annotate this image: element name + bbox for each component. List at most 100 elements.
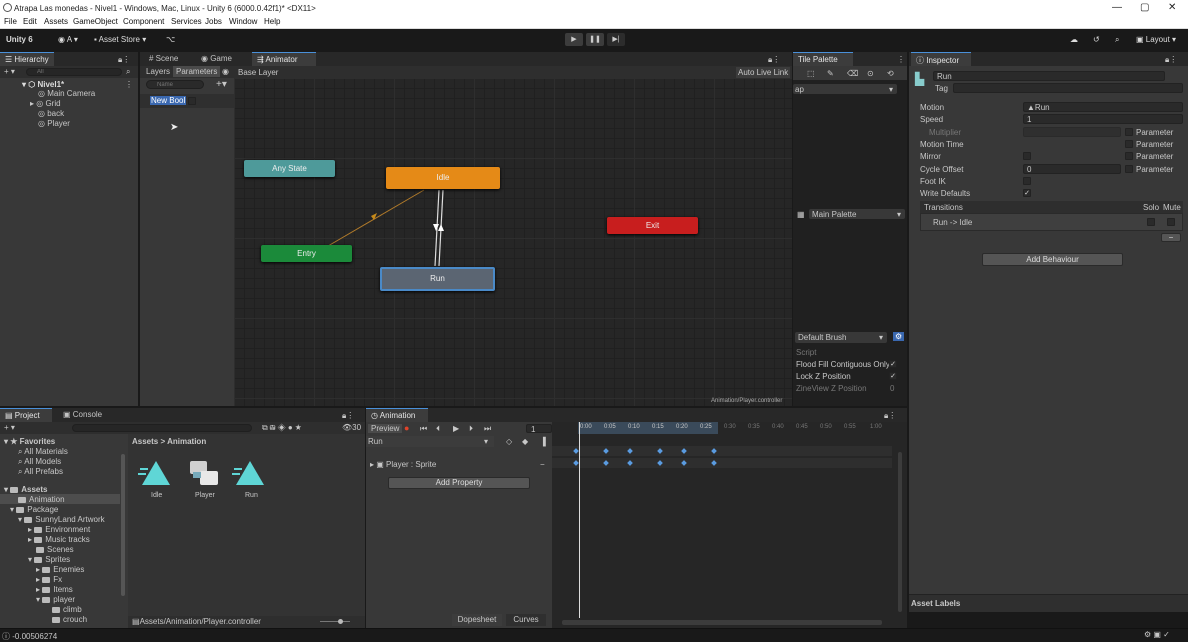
play-button[interactable]: ▶ <box>565 33 583 46</box>
scene-item[interactable]: ▾ ⬡ Nivel1* <box>22 80 64 89</box>
first-frame-icon[interactable]: ⏮ <box>420 424 427 434</box>
next-frame-icon[interactable]: ⏵ <box>469 424 473 434</box>
menu-assets[interactable]: Assets <box>44 17 68 26</box>
add-behaviour-button[interactable]: Add Behaviour <box>982 253 1123 266</box>
tab-console[interactable]: ▣ Console <box>58 408 107 422</box>
tab-project[interactable]: ▤ Project <box>0 408 52 422</box>
menu-file[interactable]: File <box>4 17 17 26</box>
property-player-sprite[interactable]: ▸ ▣ Player : Sprite <box>370 460 436 469</box>
tab-game[interactable]: ◉ Game <box>196 52 237 66</box>
state-run[interactable]: Run <box>380 267 495 291</box>
unity-account-button[interactable]: Unity 6 <box>6 35 33 44</box>
scene-menu-icon[interactable]: ⋮ <box>125 80 133 89</box>
clip-dropdown[interactable]: Run ▾ <box>366 436 494 447</box>
favorites-item[interactable]: ▾ ★ Favorites <box>4 437 55 446</box>
zoom-slider-handle[interactable] <box>338 619 343 624</box>
mute-checkbox[interactable] <box>1167 218 1175 226</box>
menu-window[interactable]: Window <box>229 17 257 26</box>
cloud-icon[interactable]: ☁ <box>1070 35 1078 44</box>
status-message[interactable]: ⓘ -0.00506274 <box>2 631 57 642</box>
animation-lock-icon[interactable]: 🔒︎⋮ <box>884 411 896 421</box>
breadcrumb-assets[interactable]: Assets <box>132 437 158 446</box>
dopesheet-area[interactable]: 0:00 0:05 0:10 0:15 0:20 0:25 0:30 0:35 … <box>552 422 907 628</box>
project-search-input[interactable] <box>72 424 252 432</box>
cycle-offset-field[interactable]: 0 <box>1023 164 1121 174</box>
motion-field[interactable]: ▲Run <box>1023 102 1183 112</box>
assets-folder[interactable]: ▾ Assets <box>4 485 48 494</box>
tag-field[interactable] <box>953 83 1183 93</box>
file-idle[interactable]: Idle <box>138 458 174 504</box>
animation-folder[interactable]: Animation <box>18 495 65 504</box>
palette-dropdown[interactable]: Main Palette ▾ <box>809 209 905 219</box>
fav-all-materials[interactable]: ⌕ All Materials <box>18 447 68 457</box>
speed-field[interactable]: 1 <box>1023 114 1183 124</box>
inspector-lock-icon[interactable]: 🔒︎⋮ <box>1165 55 1177 65</box>
lock-icon[interactable]: 🔒︎⋮ <box>118 55 130 65</box>
curves-button[interactable]: Curves <box>506 614 546 626</box>
pause-button[interactable]: ❚❚ <box>586 33 604 46</box>
dopesheet-vscrollbar[interactable] <box>898 452 902 612</box>
music-folder[interactable]: ▸ Music tracks <box>28 535 90 544</box>
select-tool-icon[interactable]: ⬚ <box>807 69 815 78</box>
fav-all-models[interactable]: ⌕ All Models <box>18 457 61 467</box>
search-filter-icon[interactable]: ⌕ <box>126 67 130 77</box>
asset-store-button[interactable]: ▪ Asset Store ▾ <box>94 35 146 44</box>
items-folder[interactable]: ▸ Items <box>36 585 73 594</box>
tab-inspector[interactable]: ⓘ Inspector <box>911 52 971 66</box>
play-icon[interactable]: ▶ <box>453 424 459 433</box>
preview-button[interactable]: Preview <box>368 424 403 433</box>
add-icon[interactable]: + ▾ <box>4 67 15 76</box>
sprites-folder[interactable]: ▾ Sprites <box>28 555 70 564</box>
close-icon[interactable]: ✕ <box>1168 2 1176 13</box>
status-icons[interactable]: ⚙ ▣ ✓ <box>1144 630 1170 639</box>
tilemap-dropdown[interactable]: ap ▾ <box>793 84 897 94</box>
prev-frame-icon[interactable]: ⏴ <box>436 424 440 434</box>
hierarchy-item-player[interactable]: ◎ Player <box>38 119 70 128</box>
climb-folder[interactable]: climb <box>52 605 82 614</box>
maximize-icon[interactable]: ▢ <box>1140 2 1149 13</box>
project-add-icon[interactable]: + ▾ <box>4 423 15 432</box>
menu-component[interactable]: Component <box>123 17 164 26</box>
flood-fill-checkbox[interactable]: ✓ <box>889 360 897 368</box>
cycle-param-checkbox[interactable] <box>1125 165 1133 173</box>
record-icon[interactable]: ● <box>404 423 409 433</box>
tab-animation[interactable]: ◷ Animation <box>366 408 428 422</box>
timeline-ruler[interactable]: 0:00 0:05 0:10 0:15 0:20 0:25 0:30 0:35 … <box>552 422 907 434</box>
layout-dropdown[interactable]: ▣ Layout ▾ <box>1136 35 1176 44</box>
parameters-tab[interactable]: Parameters <box>173 66 221 77</box>
tab-hierarchy[interactable]: ☰ Hierarchy <box>0 52 54 66</box>
scenes-folder[interactable]: Scenes <box>36 545 74 554</box>
property-menu-icon[interactable]: − <box>540 460 545 469</box>
environment-folder[interactable]: ▸ Environment <box>28 525 90 534</box>
sunnyland-folder[interactable]: ▾ SunnyLand Artwork <box>18 515 105 524</box>
hierarchy-item-back[interactable]: ◎ back <box>38 109 64 118</box>
foot-ik-checkbox[interactable] <box>1023 177 1031 185</box>
remove-transition-button[interactable]: − <box>1161 233 1181 242</box>
state-graph[interactable]: Any State Idle Entry Run Exit <box>234 78 792 406</box>
layers-tab[interactable]: Layers <box>146 67 170 76</box>
multiplier-param-checkbox[interactable] <box>1125 128 1133 136</box>
tab-animator[interactable]: ⇶ Animator <box>252 52 316 66</box>
auto-live-link-button[interactable]: Auto Live Link <box>736 67 791 78</box>
parameter-search-input[interactable] <box>146 80 204 89</box>
pick-tool-icon[interactable]: ⊙ <box>867 69 874 78</box>
menu-help[interactable]: Help <box>264 17 280 26</box>
step-button[interactable]: ▶| <box>607 33 625 46</box>
tab-tile-palette[interactable]: Tile Palette <box>793 52 853 66</box>
state-idle[interactable]: Idle <box>386 167 500 189</box>
fav-all-prefabs[interactable]: ⌕ All Prefabs <box>18 467 63 477</box>
fill-tool-icon[interactable]: ⟲ <box>887 69 894 78</box>
dopesheet-button[interactable]: Dopesheet <box>452 614 502 626</box>
crouch-folder[interactable]: crouch <box>52 615 87 624</box>
solo-checkbox[interactable] <box>1147 218 1155 226</box>
motion-time-param-checkbox[interactable] <box>1125 140 1133 148</box>
parameter-name-field[interactable]: New Bool <box>150 96 187 105</box>
event-marker-icon[interactable]: ▐ <box>540 437 546 446</box>
state-name-field[interactable]: Run <box>933 71 1165 81</box>
tree-scrollbar[interactable] <box>121 454 125 596</box>
timeline-scrollbar[interactable] <box>562 620 882 625</box>
add-event-icon[interactable]: ◆ <box>522 437 528 446</box>
tab-scene[interactable]: # Scene <box>144 52 183 66</box>
package-folder[interactable]: ▾ Package <box>10 505 58 514</box>
mirror-checkbox[interactable] <box>1023 152 1031 160</box>
